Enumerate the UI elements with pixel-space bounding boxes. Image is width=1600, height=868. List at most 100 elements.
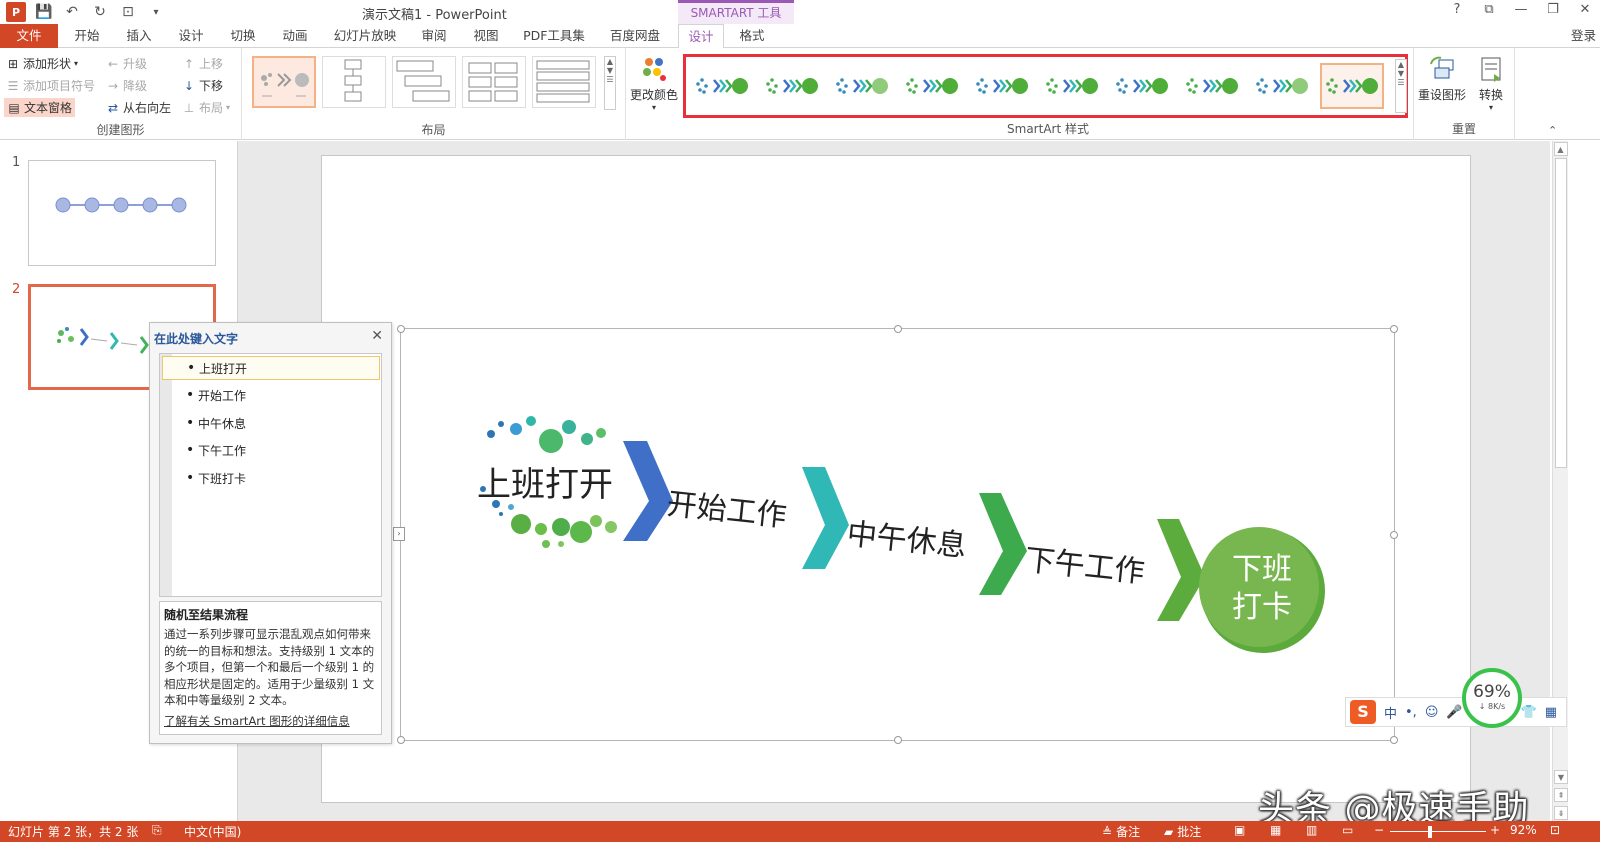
emoji-icon[interactable]: ☺ [1425, 705, 1439, 720]
tab-home[interactable]: 开始 [70, 24, 104, 48]
close-icon[interactable]: ✕ [1578, 2, 1592, 17]
reading-view-icon[interactable]: ▥ [1306, 823, 1317, 837]
slide-thumbnail-1[interactable] [28, 160, 216, 266]
restore-icon[interactable]: ❐ [1546, 2, 1560, 17]
undo-icon[interactable]: ↶ [62, 2, 82, 22]
smartart-style-thumb[interactable] [900, 63, 964, 109]
tab-view[interactable]: 视图 [469, 24, 503, 48]
customize-qat-icon[interactable]: ▾ [146, 2, 166, 22]
scroll-down-icon[interactable]: ▼ [607, 66, 613, 75]
text-pane-item[interactable]: 下班打卡 [162, 466, 380, 490]
smartart-style-thumb[interactable] [760, 63, 824, 109]
layout-button[interactable]: ⊥ 布局 ▾ [182, 99, 230, 116]
save-icon[interactable]: 💾 [34, 2, 54, 22]
smartart-item-5[interactable]: 下班 打卡 [1219, 551, 1305, 627]
slide-sorter-icon[interactable]: ▦ [1270, 823, 1281, 837]
smartart-item-1[interactable]: 上班打开 [477, 457, 613, 506]
text-pane-button[interactable]: ▤ 文本窗格 [4, 98, 76, 117]
smartart-style-thumb[interactable] [1110, 63, 1174, 109]
text-pane-item[interactable]: 开始工作 [162, 383, 380, 407]
tab-smartart-format[interactable]: 格式 [734, 24, 770, 48]
add-bullet-button[interactable]: ☰ 添加项目符号 [6, 77, 95, 94]
comments-button[interactable]: ▰ 批注 [1164, 823, 1201, 840]
previous-slide-icon[interactable]: ⇞ [1554, 788, 1568, 802]
layout-thumb-staggered-process[interactable] [392, 56, 456, 108]
text-pane-item[interactable]: 中午休息 [162, 411, 380, 435]
redo-icon[interactable]: ↻ [90, 2, 110, 22]
tab-design[interactable]: 设计 [174, 24, 208, 48]
layout-thumb-grid-process[interactable] [462, 56, 526, 108]
text-pane-item[interactable]: 上班打开 [162, 356, 380, 380]
smartart-style-thumb[interactable] [1040, 63, 1104, 109]
reset-graphic-button[interactable]: 重设图形 [1418, 54, 1466, 103]
sogou-logo-icon[interactable]: S [1350, 700, 1376, 724]
text-pane-item[interactable]: 下午工作 [162, 438, 380, 462]
zoom-slider[interactable] [1390, 831, 1486, 832]
network-speed-widget[interactable]: 69% ↓ 8K/s [1462, 668, 1522, 728]
add-shape-button[interactable]: ⊞ 添加形状 ▾ [6, 55, 78, 72]
smartart-styles-gallery: ▲ ▼ ☰ [683, 54, 1408, 118]
spell-check-icon[interactable]: ⎘ [152, 823, 162, 838]
learn-more-link[interactable]: 了解有关 SmartArt 图形的详细信息 [164, 713, 377, 729]
tab-smartart-design[interactable]: 设计 [678, 24, 724, 49]
scroll-thumb[interactable] [1554, 158, 1567, 468]
smartart-style-thumb[interactable] [970, 63, 1034, 109]
language-indicator[interactable]: 中文(中国) [184, 823, 241, 840]
next-slide-icon[interactable]: ⇟ [1554, 806, 1568, 820]
scroll-down-icon[interactable]: ▼ [1398, 69, 1404, 78]
microphone-icon[interactable]: 🎤 [1446, 705, 1462, 720]
styles-gallery-scroll[interactable]: ▲ ▼ ☰ [1395, 59, 1407, 113]
smartart-style-thumb[interactable] [1250, 63, 1314, 109]
tab-animations[interactable]: 动画 [278, 24, 312, 48]
scroll-up-icon[interactable]: ▲ [1398, 60, 1404, 69]
zoom-slider-thumb[interactable] [1428, 826, 1432, 838]
ime-language-toggle[interactable]: 中 [1384, 703, 1397, 722]
layout-thumb-list-process[interactable] [532, 56, 596, 108]
start-from-beginning-icon[interactable]: ⊡ [118, 2, 138, 22]
smartart-style-thumb[interactable] [830, 63, 894, 109]
tab-baidu-netdisk[interactable]: 百度网盘 [604, 24, 666, 48]
layout-thumb-vertical-process[interactable] [322, 56, 386, 108]
scroll-up-icon[interactable]: ▲ [1553, 142, 1568, 156]
fit-slide-icon[interactable]: ⊡ [1550, 823, 1560, 837]
skin-icon[interactable]: 👕 [1521, 705, 1537, 720]
zoom-out-icon[interactable]: − [1374, 823, 1384, 837]
toolbox-icon[interactable]: ▦ [1545, 705, 1557, 720]
right-to-left-button[interactable]: ⇄ 从右向左 [106, 99, 171, 116]
normal-view-icon[interactable]: ▣ [1234, 823, 1245, 837]
smartart-style-thumb[interactable] [690, 63, 754, 109]
demote-button[interactable]: → 降级 [106, 77, 147, 94]
scroll-up-icon[interactable]: ▲ [607, 57, 613, 66]
smartart-style-thumb[interactable] [1320, 63, 1384, 109]
tab-transitions[interactable]: 切换 [226, 24, 260, 48]
change-colors-button[interactable]: 更改颜色 ▾ [630, 54, 678, 112]
ribbon-display-icon[interactable]: ⧉ [1482, 2, 1496, 17]
more-icon[interactable]: ☰ [606, 75, 613, 84]
tab-review[interactable]: 审阅 [417, 24, 451, 48]
tab-pdf-tools[interactable]: PDF工具集 [520, 24, 588, 48]
tab-file[interactable]: 文件 [0, 24, 58, 48]
close-icon[interactable]: ✕ [371, 328, 383, 344]
layout-thumb-random-to-result[interactable] [252, 56, 316, 108]
zoom-level[interactable]: 92% [1510, 823, 1537, 837]
collapse-ribbon-icon[interactable]: ⌃ [1548, 124, 1557, 137]
promote-button[interactable]: ← 升级 [106, 55, 147, 72]
move-up-button[interactable]: ↑ 上移 [182, 55, 223, 72]
slideshow-icon[interactable]: ▭ [1342, 823, 1353, 837]
tab-insert[interactable]: 插入 [122, 24, 156, 48]
zoom-in-icon[interactable]: + [1490, 823, 1500, 837]
move-down-button[interactable]: ↓ 下移 [182, 77, 223, 94]
tab-slideshow[interactable]: 幻灯片放映 [330, 24, 400, 48]
more-icon[interactable]: ☰ [1397, 78, 1404, 87]
login-link[interactable]: 登录 [1571, 24, 1596, 48]
minimize-icon[interactable]: — [1514, 2, 1528, 17]
convert-button[interactable]: 转换 ▾ [1476, 54, 1506, 112]
smartart-frame[interactable]: › 上班打开 开始工作 中午休息 下午工作 下班 打卡 [393, 325, 1398, 744]
layouts-gallery-scroll[interactable]: ▲ ▼ ☰ [604, 56, 616, 110]
smartart-style-thumb[interactable] [1180, 63, 1244, 109]
dropdown-arrow-icon: ▾ [226, 103, 231, 112]
ime-punctuation-toggle[interactable]: •, [1405, 705, 1417, 720]
scroll-down-icon[interactable]: ▼ [1554, 770, 1568, 784]
help-icon[interactable]: ? [1450, 2, 1464, 17]
notes-button[interactable]: ≜ 备注 [1102, 823, 1140, 840]
